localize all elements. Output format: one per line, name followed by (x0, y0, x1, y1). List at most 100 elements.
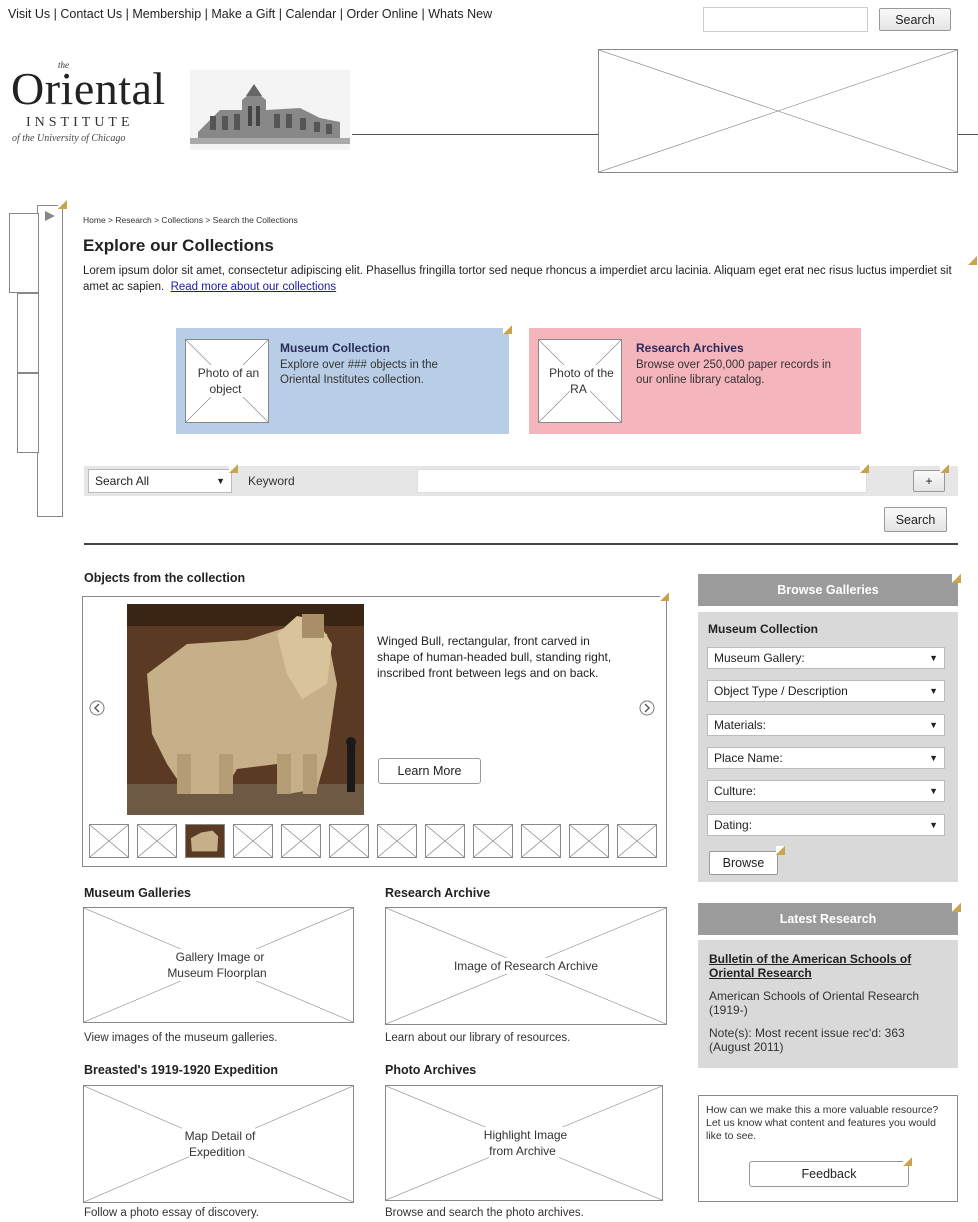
chevron-down-icon: ▼ (929, 720, 938, 730)
site-search-button[interactable]: Search (879, 8, 951, 31)
chevron-down-icon: ▼ (929, 786, 938, 796)
thumbnail[interactable] (617, 824, 657, 858)
thumbnail[interactable] (329, 824, 369, 858)
feedback-text: How can we make this a more valuable res… (706, 1104, 939, 1142)
winged-bull-photo (127, 604, 364, 815)
gallery-image-placeholder[interactable]: Gallery Image or Museum Floorplan (83, 907, 354, 1023)
collection-search-button[interactable]: Search (884, 507, 947, 532)
thumbnail[interactable] (89, 824, 129, 858)
expedition-image-placeholder[interactable]: Map Detail of Expedition (83, 1085, 354, 1203)
annotation-marker-icon (952, 903, 961, 912)
photos-heading: Photo Archives (385, 1063, 477, 1077)
browse-select[interactable]: Place Name: ▼ (707, 747, 945, 769)
browse-select-value: Materials: (714, 718, 767, 732)
thumbnail-selected[interactable] (185, 824, 225, 858)
search-scope-select[interactable]: Search All ▼ (88, 469, 232, 493)
annotation-marker-icon (503, 325, 512, 334)
building-illustration (190, 70, 350, 150)
annotation-marker-icon (860, 464, 869, 473)
ra-photo-label: Photo of the RA (546, 365, 614, 397)
expedition-heading: Breasted's 1919-1920 Expedition (84, 1063, 279, 1077)
research-archives-card[interactable]: Photo of the RA Research Archives Browse… (529, 328, 861, 434)
expedition-caption: Follow a photo essay of discovery. (84, 1207, 259, 1219)
annotation-marker-icon (952, 574, 961, 583)
object-photo-placeholder: Photo of an object (185, 339, 269, 423)
site-search-input[interactable] (703, 7, 868, 32)
research-image-label: Image of Research Archive (450, 958, 602, 974)
side-panel-tab-2[interactable] (17, 293, 39, 373)
side-panel[interactable] (37, 205, 63, 517)
logo-name: Oriental (11, 63, 166, 114)
search-scope-value: Search All (95, 474, 150, 488)
thumbnail[interactable] (425, 824, 465, 858)
nav-link-membership[interactable]: Membership (132, 7, 201, 21)
archives-card-title[interactable]: Research Archives (636, 341, 836, 355)
nav-link-calendar[interactable]: Calendar (286, 7, 337, 21)
page-title: Explore our Collections (83, 236, 274, 255)
nav-link-contact[interactable]: Contact Us (60, 7, 122, 21)
latest-research-publisher: American Schools of Oriental Research (1… (709, 989, 920, 1017)
chevron-down-icon: ▼ (929, 686, 938, 696)
carousel-prev-button[interactable] (89, 700, 105, 716)
add-criteria-button[interactable]: + (913, 470, 945, 492)
latest-research-header: Latest Research (698, 903, 958, 935)
thumbnail[interactable] (281, 824, 321, 858)
browse-select[interactable]: Object Type / Description ▼ (707, 680, 945, 702)
object-description: Winged Bull, rectangular, front carved i… (377, 634, 612, 680)
browse-button[interactable]: Browse (709, 851, 778, 875)
side-panel-tab-3[interactable] (17, 373, 39, 453)
nav-link-gift[interactable]: Make a Gift (211, 7, 275, 21)
keyword-label: Keyword (248, 474, 295, 488)
browse-select[interactable]: Museum Gallery: ▼ (707, 647, 945, 669)
keyword-input[interactable] (417, 469, 867, 493)
annotation-marker-icon (940, 464, 949, 473)
museum-collection-card[interactable]: Photo of an object Museum Collection Exp… (176, 328, 509, 434)
museum-card-title[interactable]: Museum Collection (280, 341, 480, 355)
research-caption: Learn about our library of resources. (385, 1032, 571, 1044)
logo-institute: INSTITUTE (26, 115, 134, 130)
thumbnail[interactable] (137, 824, 177, 858)
breadcrumb[interactable]: Home > Research > Collections > Search t… (83, 215, 298, 225)
thumbnail[interactable] (377, 824, 417, 858)
annotation-marker-icon (903, 1157, 912, 1166)
read-more-link[interactable]: Read more about our collections (171, 281, 337, 293)
nav-link-visit[interactable]: Visit Us (8, 7, 50, 21)
ra-photo-placeholder: Photo of the RA (538, 339, 622, 423)
chevron-down-icon: ▼ (929, 753, 938, 763)
banner-placeholder (598, 49, 958, 173)
photos-image-placeholder[interactable]: Highlight Image from Archive (385, 1085, 663, 1201)
header-rule-right (957, 134, 978, 135)
browse-select[interactable]: Culture: ▼ (707, 780, 945, 802)
logo-university: of the University of Chicago (12, 133, 126, 144)
browse-select-value: Dating: (714, 818, 753, 832)
thumbnail[interactable] (521, 824, 561, 858)
side-panel-tab-1[interactable] (9, 213, 39, 293)
chevron-down-icon: ▼ (929, 653, 938, 663)
browse-select[interactable]: Dating: ▼ (707, 814, 945, 836)
annotation-marker-icon (968, 256, 977, 265)
latest-research-title[interactable]: Bulletin of the American Schools of Orie… (709, 952, 949, 980)
expand-arrow-icon[interactable] (44, 210, 56, 222)
browse-galleries-header: Browse Galleries (698, 574, 958, 606)
research-image-placeholder[interactable]: Image of Research Archive (385, 907, 667, 1025)
nav-link-order[interactable]: Order Online (346, 7, 418, 21)
browse-select[interactable]: Materials: ▼ (707, 714, 945, 736)
browse-select-value: Object Type / Description (714, 684, 848, 698)
nav-link-whats-new[interactable]: Whats New (428, 7, 492, 21)
galleries-heading: Museum Galleries (84, 886, 191, 900)
annotation-marker-icon (660, 592, 669, 601)
research-heading: Research Archive (385, 886, 491, 900)
object-photo-label: Photo of an object (194, 365, 260, 397)
top-nav: Visit Us | Contact Us | Membership | Mak… (8, 7, 493, 21)
chevron-down-icon: ▼ (216, 476, 225, 486)
thumbnail[interactable] (473, 824, 513, 858)
thumbnail[interactable] (233, 824, 273, 858)
thumbnail[interactable] (569, 824, 609, 858)
search-rule (84, 543, 958, 545)
annotation-marker-icon (776, 846, 785, 855)
feedback-button[interactable]: Feedback (749, 1161, 909, 1187)
carousel-next-button[interactable] (639, 700, 655, 716)
archives-card-text: Browse over 250,000 paper records in our… (636, 359, 831, 386)
learn-more-button[interactable]: Learn More (378, 758, 481, 784)
museum-card-text: Explore over ### objects in the Oriental… (280, 359, 438, 386)
